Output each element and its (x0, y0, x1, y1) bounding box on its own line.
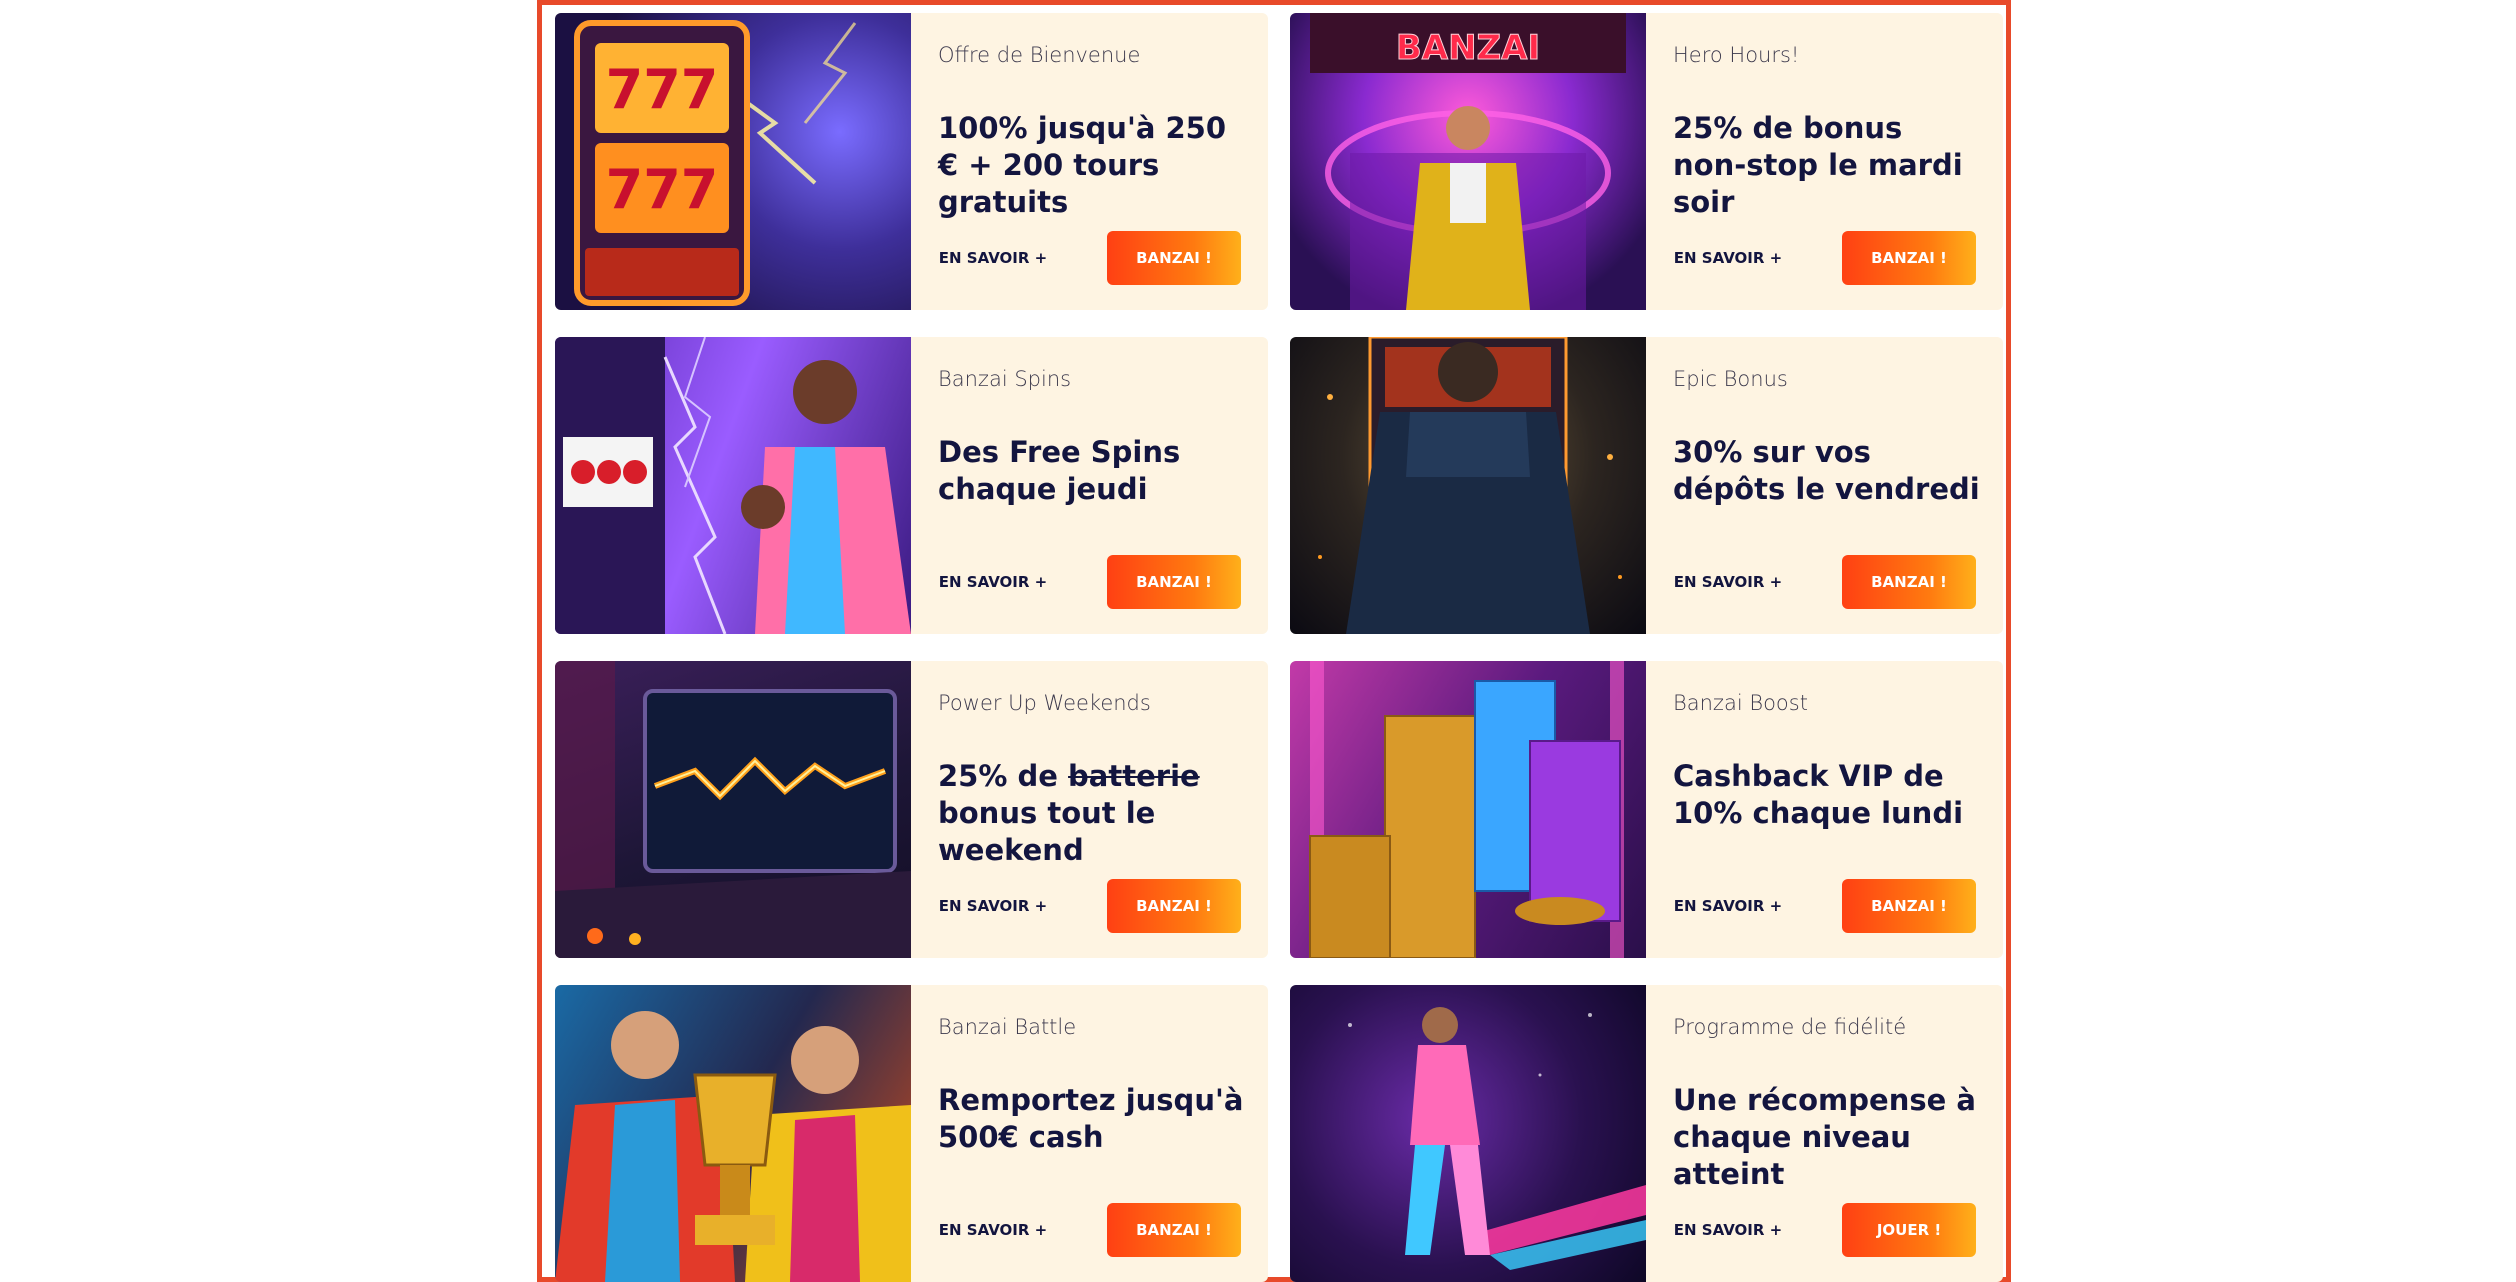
learn-more-button[interactable]: EN SAVOIR + (1673, 555, 1783, 609)
promo-card-body: Power Up Weekends 25% de batterie bonus … (911, 661, 1268, 958)
promo-card-banzai-boost: Banzai Boost Cashback VIP de 10% chaque … (1290, 661, 2003, 958)
promo-title: Une récompense à chaque niveau atteint (1673, 1083, 1976, 1191)
learn-more-button[interactable]: EN SAVOIR + (1673, 879, 1783, 933)
promotions-grid: 777 777 Offre de Bienvenue 100% jusqu'à … (555, 13, 2003, 1282)
learn-more-button[interactable]: EN SAVOIR + (938, 555, 1048, 609)
banzai-button[interactable]: BANZAI ! (1842, 555, 1976, 609)
promo-card-body: Banzai Battle Remportez jusqu'à 500€ cas… (911, 985, 1268, 1282)
promo-title: Cashback VIP de 10% chaque lundi (1673, 759, 1964, 830)
promotions-frame: 777 777 Offre de Bienvenue 100% jusqu'à … (537, 0, 2011, 1282)
promo-label: Banzai Spins (938, 367, 1072, 391)
banzai-button[interactable]: BANZAI ! (1842, 879, 1976, 933)
promo-card-power-up-weekends: Power Up Weekends 25% de batterie bonus … (555, 661, 1268, 958)
promo-card-welcome: 777 777 Offre de Bienvenue 100% jusqu'à … (555, 13, 1268, 310)
learn-more-button[interactable]: EN SAVOIR + (938, 231, 1048, 285)
promo-title-struck-word: batterie (1068, 759, 1200, 793)
power-battery-screen-image (555, 661, 911, 958)
banzai-casino-hero-image: BANZAI (1290, 13, 1646, 310)
banzai-button[interactable]: BANZAI ! (1107, 555, 1241, 609)
learn-more-button[interactable]: EN SAVOIR + (1673, 1203, 1783, 1257)
promo-card-body: Offre de Bienvenue 100% jusqu'à 250 € + … (911, 13, 1268, 310)
walking-hero-illustration (1348, 1007, 1646, 1270)
promo-label: Banzai Boost (1673, 691, 1808, 715)
slot-machine-illustration: 777 777 (574, 20, 857, 306)
promo-card-body: Banzai Boost Cashback VIP de 10% chaque … (1646, 661, 2003, 958)
celebrating-player-illustration (555, 337, 911, 634)
promo-card-body: Programme de fidélité Une récompense à c… (1646, 985, 2003, 1282)
slot-machine-lightning-image: 777 777 (555, 13, 911, 310)
play-button[interactable]: JOUER ! (1842, 1203, 1976, 1257)
player-at-slot-machine-image (1290, 337, 1646, 634)
promo-card-body: Epic Bonus 30% sur vos dépôts le vendred… (1646, 337, 2003, 634)
learn-more-button[interactable]: EN SAVOIR + (938, 1203, 1048, 1257)
banzai-button[interactable]: BANZAI ! (1107, 1203, 1241, 1257)
trophy-illustration (555, 1011, 911, 1282)
svg-text:777: 777 (606, 58, 719, 121)
promo-title: 30% sur vos dépôts le vendredi (1673, 435, 1980, 506)
promo-card-epic-bonus: Epic Bonus 30% sur vos dépôts le vendred… (1290, 337, 2003, 634)
promo-title: 25% de batterie bonus tout le weekend (938, 758, 1248, 869)
promo-label: Offre de Bienvenue (938, 43, 1141, 67)
promo-card-loyalty-program: Programme de fidélité Une récompense à c… (1290, 985, 2003, 1282)
coin-stacks-illustration (1309, 661, 1624, 958)
promo-label: Programme de fidélité (1673, 1015, 1907, 1039)
promo-title: Des Free Spins chaque jeudi (938, 435, 1181, 506)
promo-label: Power Up Weekends (938, 691, 1151, 715)
casino-hero-illustration: BANZAI (1310, 13, 1626, 310)
promo-card-body: Hero Hours! 25% de bonus non-stop le mar… (1646, 13, 2003, 310)
promo-title: 25% de bonus non-stop le mardi soir (1673, 111, 1963, 219)
svg-text:777: 777 (606, 158, 719, 221)
promo-label: Banzai Battle (938, 1015, 1077, 1039)
banzai-button[interactable]: BANZAI ! (1107, 231, 1241, 285)
trophy-winners-image (555, 985, 911, 1282)
coin-and-chip-stacks-image (1290, 661, 1646, 958)
promo-card-banzai-spins: Banzai Spins Des Free Spins chaque jeudi… (555, 337, 1268, 634)
banzai-button[interactable]: BANZAI ! (1107, 879, 1241, 933)
promo-title-suffix: bonus tout le weekend (938, 796, 1156, 867)
casino-sign: BANZAI (1396, 28, 1540, 68)
banzai-button[interactable]: BANZAI ! (1842, 231, 1976, 285)
promo-title: 100% jusqu'à 250 € + 200 tours gratuits (938, 111, 1227, 219)
promo-card-hero-hours: BANZAI Hero Hours! 25% de bonus non-stop… (1290, 13, 2003, 310)
player-back-illustration (1318, 337, 1622, 634)
promo-label: Hero Hours! (1673, 43, 1800, 67)
learn-more-button[interactable]: EN SAVOIR + (938, 879, 1048, 933)
walking-hero-neon-image (1290, 985, 1646, 1282)
promo-card-body: Banzai Spins Des Free Spins chaque jeudi… (911, 337, 1268, 634)
learn-more-button[interactable]: EN SAVOIR + (1673, 231, 1783, 285)
power-screen-illustration (555, 661, 911, 958)
promo-title: Remportez jusqu'à 500€ cash (938, 1083, 1244, 1154)
promo-label: Epic Bonus (1673, 367, 1788, 391)
player-celebrating-slots-image (555, 337, 911, 634)
promo-card-banzai-battle: Banzai Battle Remportez jusqu'à 500€ cas… (555, 985, 1268, 1282)
promo-title-prefix: 25% de (938, 759, 1069, 793)
